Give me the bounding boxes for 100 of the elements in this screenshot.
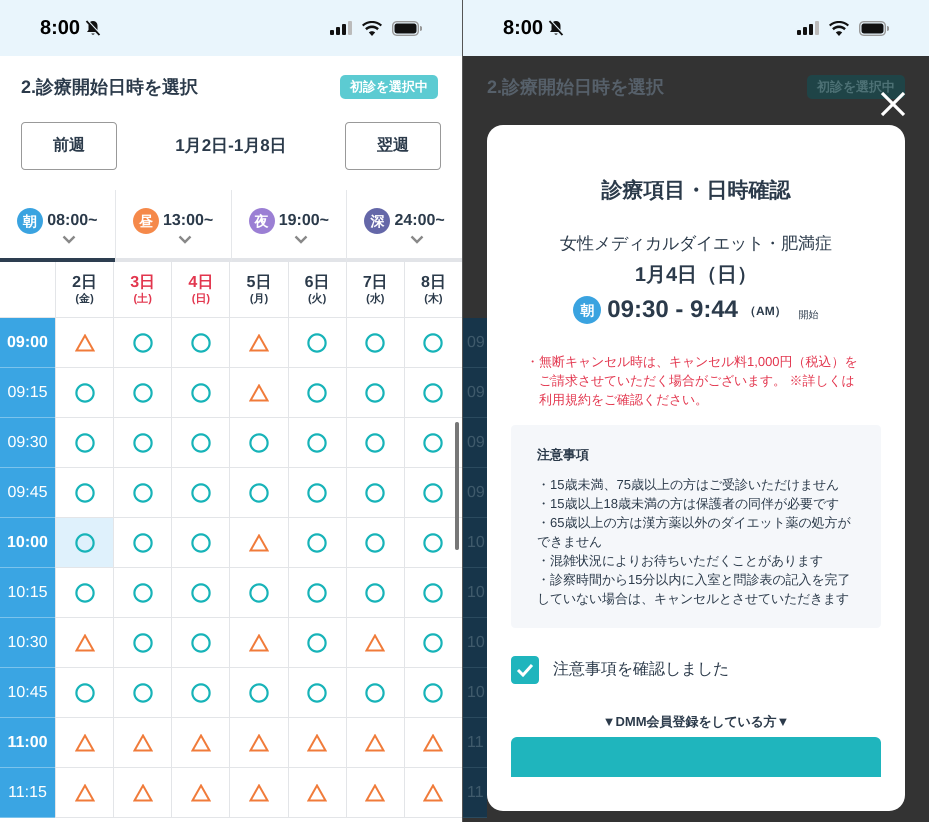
slot-cell[interactable] <box>229 518 288 568</box>
slot-cell[interactable] <box>229 368 288 418</box>
slot-cell[interactable] <box>346 768 404 818</box>
slot-cell[interactable] <box>346 368 404 418</box>
treatment-name: 女性メディカルダイエット・肥満症 <box>560 232 832 254</box>
slot-cell[interactable] <box>404 668 462 718</box>
time-tab[interactable]: 深 24:00~ <box>346 190 462 262</box>
appointment-time: 09:30 - 9:44 <box>607 295 738 325</box>
slot-cell[interactable] <box>113 468 172 518</box>
slot-cell[interactable] <box>171 568 230 618</box>
slot-cell[interactable] <box>55 368 114 418</box>
time-tab[interactable]: 昼 13:00~ <box>114 190 230 262</box>
slot-cell[interactable] <box>404 318 462 368</box>
circle-icon <box>307 382 328 402</box>
slot-cell[interactable] <box>113 418 172 468</box>
slot-cell[interactable] <box>55 718 114 768</box>
slot-cell[interactable] <box>404 368 462 418</box>
slot-cell[interactable] <box>404 768 462 818</box>
slot-cell[interactable] <box>288 718 346 768</box>
slot-cell[interactable] <box>229 318 288 368</box>
slot-cell[interactable] <box>229 768 288 818</box>
triangle-icon <box>132 734 153 752</box>
checkbox[interactable] <box>511 656 539 684</box>
check-icon <box>516 662 534 676</box>
time-label: 11:00 <box>0 718 55 768</box>
slot-cell[interactable] <box>288 418 346 468</box>
slot-cell[interactable] <box>113 768 172 818</box>
slot-cell[interactable] <box>288 318 346 368</box>
slot-cell[interactable] <box>55 318 114 368</box>
slot-cell[interactable] <box>288 618 346 668</box>
slot-cell[interactable] <box>404 518 462 568</box>
slot-cell[interactable] <box>229 418 288 468</box>
slot-cell[interactable] <box>55 768 114 818</box>
slot-cell[interactable] <box>171 618 230 668</box>
slot-cell[interactable] <box>288 518 346 568</box>
slot-cell[interactable] <box>171 718 230 768</box>
slot-cell[interactable] <box>171 418 230 468</box>
slot-cell[interactable] <box>404 718 462 768</box>
slot-cell[interactable] <box>113 518 172 568</box>
slot-cell[interactable] <box>171 468 230 518</box>
slot-cell[interactable] <box>55 568 114 618</box>
slot-cell[interactable] <box>346 468 404 518</box>
slot-cell[interactable] <box>288 668 346 718</box>
triangle-icon <box>74 784 95 802</box>
slot-cell[interactable] <box>404 468 462 518</box>
next-week-button[interactable]: 翌週 <box>344 122 441 170</box>
slot-cell[interactable] <box>55 668 114 718</box>
slot-cell[interactable] <box>229 568 288 618</box>
slot-cell[interactable] <box>346 668 404 718</box>
slot-cell[interactable] <box>113 568 172 618</box>
slot-cell[interactable] <box>55 468 114 518</box>
slot-cell[interactable] <box>346 618 404 668</box>
slot-cell[interactable] <box>171 768 230 818</box>
circle-icon <box>132 532 153 552</box>
slot-cell[interactable] <box>404 618 462 668</box>
slot-cell[interactable] <box>346 568 404 618</box>
slot-cell[interactable] <box>113 618 172 668</box>
slot-cell[interactable] <box>229 718 288 768</box>
slot-cell[interactable] <box>346 418 404 468</box>
slot-cell[interactable] <box>113 718 172 768</box>
note-item: ・15歳以上18歳未満の方は保護者の同伴が必要です <box>537 494 840 512</box>
previous-week-button[interactable]: 前週 <box>21 122 117 170</box>
slot-cell[interactable] <box>55 618 114 668</box>
note-item: ・15歳未満、75歳以上の方はご受診いただけません <box>537 476 840 494</box>
slot-cell[interactable] <box>229 468 288 518</box>
slot-cell[interactable] <box>346 718 404 768</box>
slot-cell[interactable] <box>171 318 230 368</box>
slot-cell[interactable] <box>229 668 288 718</box>
slot-cell[interactable] <box>171 368 230 418</box>
day-label: 2日 <box>72 274 98 292</box>
slot-cell[interactable] <box>404 568 462 618</box>
slot-cell[interactable] <box>288 368 346 418</box>
slot-cell[interactable] <box>55 418 114 468</box>
slot-cell[interactable] <box>229 618 288 668</box>
slot-cell[interactable] <box>288 568 346 618</box>
slot-cell[interactable] <box>113 318 172 368</box>
time-tab[interactable]: 朝 08:00~ <box>0 190 115 262</box>
bell-slash-icon <box>547 19 566 37</box>
circle-icon <box>307 532 328 552</box>
circle-icon <box>132 332 153 352</box>
slot-cell[interactable] <box>346 318 404 368</box>
slot-cell[interactable] <box>288 468 346 518</box>
circle-icon <box>307 632 328 652</box>
triangle-icon <box>248 384 269 402</box>
slot-cell[interactable] <box>171 518 230 568</box>
scrollbar[interactable] <box>455 422 459 550</box>
weekday-label: (金) <box>75 292 94 306</box>
slot-cell[interactable] <box>404 418 462 468</box>
chevron-down-icon <box>410 235 424 244</box>
close-icon[interactable] <box>880 91 906 117</box>
slot-cell[interactable] <box>113 668 172 718</box>
slot-cell[interactable] <box>288 768 346 818</box>
slot-cell[interactable] <box>171 668 230 718</box>
time-label: 10:15 <box>0 568 55 618</box>
slot-cell[interactable] <box>346 518 404 568</box>
time-label: 11:15 <box>0 768 55 818</box>
slot-cell[interactable] <box>113 368 172 418</box>
time-tab[interactable]: 夜 19:00~ <box>230 190 346 262</box>
circle-icon <box>248 482 269 502</box>
slot-cell[interactable] <box>55 518 114 568</box>
